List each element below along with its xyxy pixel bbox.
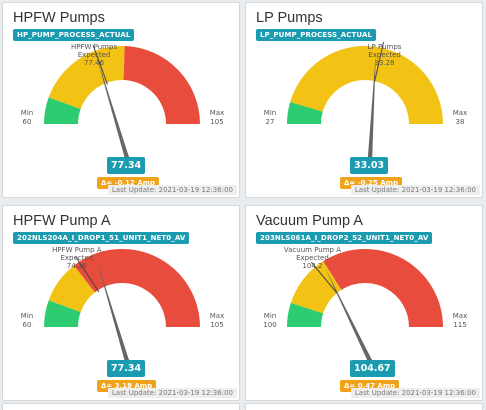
last-update-prefix: Last Update: <box>354 389 402 397</box>
pump-card: HPFW Pumps HP_PUMP_PROCESS_ACTUAL HPFW Pum… <box>2 2 240 198</box>
min-word-label: Min <box>21 312 33 320</box>
pump-card: HPFW Pump A 202NLS204A_I_DROP1_51_UNIT1_N… <box>2 205 240 401</box>
max-word-label: Max <box>210 312 224 320</box>
actual-value-badge: 77.34 <box>107 360 146 377</box>
last-update-label: Last Update: 2021-03-19 12:36:00 <box>350 185 480 195</box>
min-value-label: 100 <box>263 321 276 329</box>
last-update-label: Last Update: 2021-03-19 12:36:00 <box>107 388 237 398</box>
max-value-label: 115 <box>453 321 466 329</box>
expected-name-label: Vacuum Pump A <box>284 246 341 254</box>
min-value-label: 27 <box>266 118 275 126</box>
expected-word-label: Expected <box>296 254 329 262</box>
expected-name-label: HPFW Pump A <box>52 246 102 254</box>
expected-word-label: Expected <box>78 51 111 59</box>
last-update-prefix: Last Update: <box>354 186 402 194</box>
min-value-label: 60 <box>23 118 32 126</box>
expected-name-label: LP Pumps <box>368 43 402 51</box>
last-update-timestamp: 2021-03-19 12:36:00 <box>158 186 233 194</box>
expected-name-label: HPFW Pumps <box>71 43 117 51</box>
max-word-label: Max <box>453 109 467 117</box>
min-word-label: Min <box>21 109 33 117</box>
pump-card: Vacuum Pump A 203NLS061A_I_DROP2_52_UNIT1… <box>245 205 483 401</box>
max-value-label: 105 <box>210 118 223 126</box>
gauge-band-red <box>323 249 443 327</box>
last-update-prefix: Last Update: <box>111 389 159 397</box>
expected-value-label: 77.46 <box>84 59 105 67</box>
expected-value-label: 104.2 <box>302 262 322 270</box>
last-update-label: Last Update: 2021-03-19 12:36:00 <box>350 388 480 398</box>
last-update-timestamp: 2021-03-19 12:36:00 <box>401 389 476 397</box>
max-word-label: Max <box>210 109 224 117</box>
max-word-label: Max <box>453 312 467 320</box>
card-stub <box>2 403 240 410</box>
gauge-band-red <box>123 46 200 124</box>
last-update-label: Last Update: 2021-03-19 12:36:00 <box>107 185 237 195</box>
min-word-label: Min <box>264 312 276 320</box>
min-value-label: 60 <box>23 321 32 329</box>
min-word-label: Min <box>264 109 276 117</box>
max-value-label: 38 <box>456 118 465 126</box>
expected-value-label: 74.16 <box>67 262 88 270</box>
expected-word-label: Expected <box>60 254 93 262</box>
expected-value-label: 33.28 <box>375 59 395 67</box>
expected-word-label: Expected <box>368 51 401 59</box>
last-update-prefix: Last Update: <box>111 186 159 194</box>
max-value-label: 105 <box>210 321 223 329</box>
last-update-timestamp: 2021-03-19 12:36:00 <box>401 186 476 194</box>
card-stub <box>245 403 483 410</box>
actual-value-badge: 104.67 <box>350 360 395 377</box>
actual-value-badge: 77.34 <box>107 157 146 174</box>
pump-card: LP Pumps LP_PUMP_PROCESS_ACTUAL LP Pumps Ex… <box>245 2 483 198</box>
actual-value-badge: 33.03 <box>350 157 389 174</box>
last-update-timestamp: 2021-03-19 12:36:00 <box>158 389 233 397</box>
